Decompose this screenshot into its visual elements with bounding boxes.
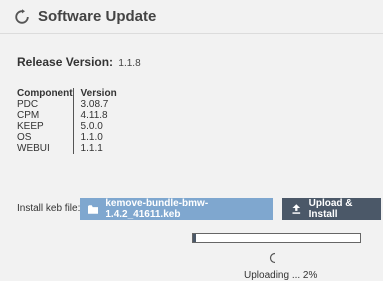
table-row: KEEP 5.0.0 xyxy=(17,121,117,132)
upload-install-button[interactable]: Upload & Install xyxy=(282,198,381,220)
install-keb-label: Install keb file: xyxy=(17,203,81,214)
release-version: Release Version: 1.1.8 xyxy=(17,55,141,69)
table-header-row: Component Version xyxy=(17,88,117,99)
component-version: 4.11.8 xyxy=(80,110,108,121)
component-name: PDC xyxy=(17,99,74,110)
upload-progress-fill xyxy=(193,234,197,242)
page-header: Software Update xyxy=(14,8,156,25)
upload-progress-bar xyxy=(192,233,361,243)
component-version: 1.1.0 xyxy=(80,132,103,143)
table-row: CPM 4.11.8 xyxy=(17,110,117,121)
choose-file-button[interactable]: kemove-bundle-bmw-1.4.2_41611.keb xyxy=(80,198,273,220)
table-row: OS 1.1.0 xyxy=(17,132,117,143)
component-version: 5.0.0 xyxy=(80,121,103,132)
release-version-label: Release Version: xyxy=(17,55,114,69)
table-row: PDC 3.08.7 xyxy=(17,99,117,110)
component-name: OS xyxy=(17,132,74,143)
release-version-value: 1.1.8 xyxy=(118,58,141,69)
upload-icon xyxy=(292,204,301,214)
selected-file-name: kemove-bundle-bmw-1.4.2_41611.keb xyxy=(105,198,209,220)
component-table: Component Version PDC 3.08.7 CPM 4.11.8 … xyxy=(17,88,117,154)
loading-spinner-icon xyxy=(269,252,276,264)
upload-status-text: Uploading ... 2% xyxy=(244,270,318,281)
column-header-version: Version xyxy=(80,88,117,99)
component-name: CPM xyxy=(17,110,74,121)
component-version: 1.1.1 xyxy=(80,143,103,154)
table-row: WEBUI 1.1.1 xyxy=(17,143,117,154)
folder-icon xyxy=(88,204,99,214)
page-title: Software Update xyxy=(38,8,157,25)
header-divider xyxy=(0,33,383,34)
refresh-icon xyxy=(15,8,29,24)
component-name: KEEP xyxy=(17,121,74,132)
component-version: 3.08.7 xyxy=(80,99,109,110)
column-header-component: Component xyxy=(17,88,74,99)
upload-install-label: Upload & Install xyxy=(308,198,353,220)
component-name: WEBUI xyxy=(17,143,74,154)
